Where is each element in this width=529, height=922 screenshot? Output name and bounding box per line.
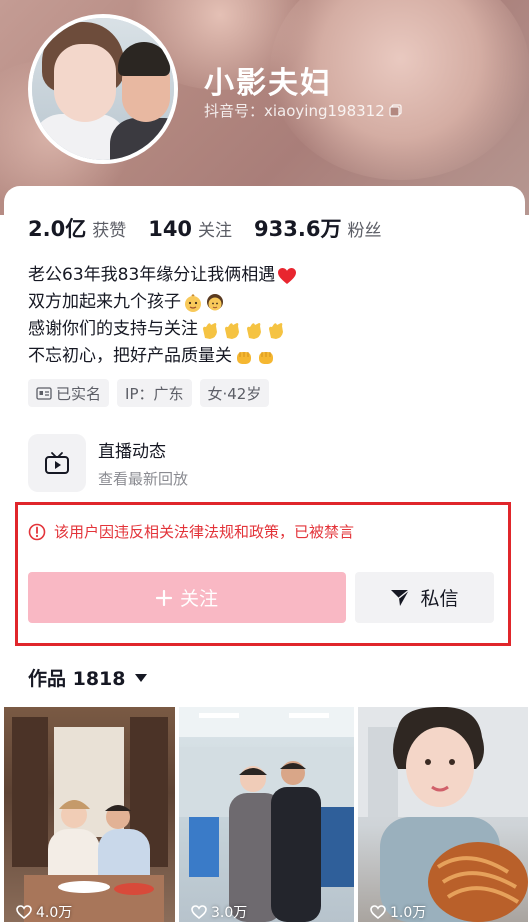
stat-following-value: 140	[148, 217, 193, 241]
ban-notice: 该用户因违反相关法律法规和政策，已被禁言	[28, 521, 354, 542]
tag-ip-label: IP：广东	[125, 384, 184, 403]
plus-icon	[155, 589, 172, 606]
heart-outline-icon	[191, 905, 207, 919]
fist-icon	[237, 351, 251, 364]
bio-text: 老公63年我83年缘分让我俩相遇	[28, 265, 276, 285]
stat-followers-value: 933.6万	[254, 217, 342, 241]
girl-icon	[207, 293, 223, 310]
bio-text: 双方加起来九个孩子	[28, 292, 181, 312]
baby-icon	[185, 293, 201, 312]
tag-ip: IP：广东	[117, 379, 192, 407]
stat-followers-label: 粉丝	[347, 221, 382, 241]
bio-line: 老公63年我83年缘分让我俩相遇	[28, 262, 297, 289]
live-icon-box	[28, 434, 86, 492]
video-thumbnail[interactable]: 1.0万	[358, 707, 528, 922]
follow-button[interactable]: 关注	[28, 572, 346, 623]
stat-following[interactable]: 140 关注	[148, 216, 232, 241]
tv-play-icon	[45, 452, 69, 474]
stat-followers[interactable]: 933.6万 粉丝	[254, 213, 381, 243]
bio-line: 感谢你们的支持与关注	[28, 316, 297, 343]
follow-button-label: 关注	[179, 588, 218, 610]
live-subtitle: 查看最新回放	[98, 470, 189, 488]
message-button-label: 私信	[420, 588, 459, 610]
clapping-hands-icon	[225, 322, 239, 339]
thumbnail-likes-count: 3.0万	[211, 905, 248, 921]
works-tab-label: 作品 1818	[28, 668, 126, 690]
tag-gender-age: 女·42岁	[199, 379, 270, 407]
thumbnail-image	[179, 707, 354, 922]
thumbnail-likes: 4.0万	[16, 902, 72, 922]
clapping-hands-icon	[269, 322, 283, 339]
heart-outline-icon	[16, 905, 32, 919]
live-texts: 直播动态 查看最新回放	[98, 437, 188, 489]
tag-verified: 已实名	[28, 379, 110, 407]
stat-likes[interactable]: 2.0亿 获赞	[28, 213, 126, 243]
nickname: 小影夫妇	[204, 66, 332, 101]
heart-outline-icon	[370, 905, 386, 919]
video-thumbnail[interactable]: 3.0万	[179, 707, 354, 922]
stat-likes-label: 获赞	[92, 221, 127, 241]
ban-message: 该用户因违反相关法律法规和政策，已被禁言	[54, 523, 355, 541]
stats-row: 2.0亿 获赞 140 关注 933.6万 粉丝	[28, 213, 403, 243]
copy-icon[interactable]	[389, 104, 402, 117]
clapping-hands-icon	[203, 322, 217, 339]
tag-verified-label: 已实名	[56, 384, 102, 403]
stat-following-label: 关注	[198, 221, 233, 241]
thumbnail-likes: 3.0万	[191, 902, 247, 922]
video-thumbnail[interactable]: 4.0万	[4, 707, 175, 922]
bio-line: 双方加起来九个孩子	[28, 289, 297, 316]
thumbnail-likes-count: 4.0万	[36, 905, 73, 921]
send-icon	[391, 588, 410, 606]
works-grid: 4.0万 3.0万 1.0万	[4, 707, 528, 922]
red-heart-icon	[278, 267, 297, 284]
warning-circle-icon	[28, 523, 46, 540]
thumbnail-likes: 1.0万	[370, 902, 426, 922]
id-card-icon	[36, 386, 52, 400]
bio-text: 不忘初心，把好产品质量关	[28, 346, 232, 366]
works-tab[interactable]: 作品 1818	[28, 664, 148, 691]
avatar[interactable]	[28, 14, 178, 164]
caret-down-icon	[134, 673, 147, 682]
bio: 老公63年我83年缘分让我俩相遇 双方加起来九个孩子 感谢你们的支持与关注 不忘…	[28, 262, 297, 370]
profile-tags: 已实名 IP：广东 女·42岁	[28, 379, 270, 407]
message-button[interactable]: 私信	[355, 572, 494, 623]
thumbnail-image	[358, 707, 528, 922]
fist-icon	[259, 351, 273, 364]
bio-text: 感谢你们的支持与关注	[28, 319, 198, 339]
bio-line: 不忘初心，把好产品质量关	[28, 343, 297, 370]
thumbnail-likes-count: 1.0万	[390, 905, 427, 921]
douyin-id[interactable]: 抖音号：xiaoying198312	[204, 100, 402, 121]
stat-likes-value: 2.0亿	[28, 217, 87, 241]
clapping-hands-icon	[247, 322, 261, 339]
live-title: 直播动态	[98, 442, 166, 462]
douyin-id-text: 抖音号：xiaoying198312	[204, 102, 385, 120]
thumbnail-image	[12, 717, 168, 922]
tag-gender-age-label: 女·42岁	[207, 384, 262, 403]
live-activity[interactable]: 直播动态 查看最新回放	[28, 434, 188, 492]
